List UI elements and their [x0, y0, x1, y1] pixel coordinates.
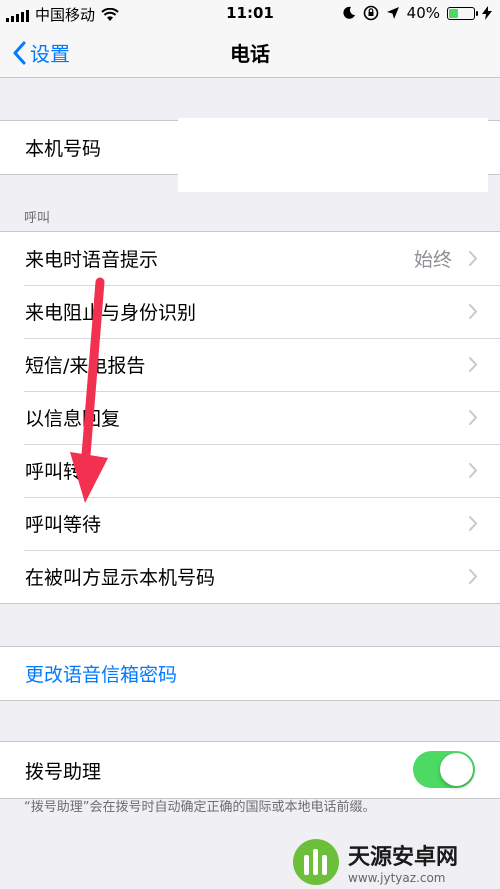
- chevron-right-icon: [469, 410, 478, 425]
- calls-row-label: 呼叫等待: [25, 514, 102, 536]
- page-title: 电话: [230, 42, 270, 66]
- dial-assist-footnote: “拨号助理”会在拨号时自动确定正确的国际或本地电话前缀。: [24, 800, 376, 815]
- calls-row[interactable]: 来电阻止与身份识别: [0, 285, 500, 338]
- change-voicemail-password-row[interactable]: 更改语音信箱密码: [0, 647, 500, 700]
- chevron-right-icon: [469, 304, 478, 319]
- watermark-name: 天源安卓网: [348, 844, 459, 870]
- redaction-block: [178, 118, 488, 192]
- location-icon: [386, 7, 399, 19]
- calls-group: 来电时语音提示 始终来电阻止与身份识别 短信/来电报告 以信息回复呼叫转移呼叫等待在被…: [0, 231, 500, 604]
- calls-row-value: 始终: [413, 249, 452, 271]
- chevron-right-icon: [469, 251, 478, 266]
- chevron-right-icon: [469, 463, 478, 478]
- calls-row[interactable]: 来电时语音提示 始终: [0, 232, 500, 285]
- calls-row-label: 在被叫方显示本机号码: [25, 567, 216, 589]
- calls-row[interactable]: 短信/来电报告: [0, 338, 500, 391]
- my-number-label: 本机号码: [25, 138, 102, 160]
- dial-assist-label: 拨号助理: [25, 760, 102, 783]
- calls-row-label: 来电时语音提示: [25, 249, 159, 271]
- battery-icon: [447, 6, 478, 20]
- calls-row[interactable]: 呼叫转移: [0, 444, 500, 497]
- orientation-lock-icon: [363, 5, 378, 21]
- chevron-right-icon: [469, 516, 478, 531]
- calls-section-header: 呼叫: [24, 211, 51, 226]
- calls-row[interactable]: 呼叫等待: [0, 497, 500, 550]
- battery-percentage: 40%: [406, 4, 440, 22]
- dial-assist-row: 拨号助理: [0, 742, 500, 798]
- watermark-logo-icon: [293, 838, 339, 885]
- calls-row[interactable]: 以信息回复: [0, 391, 500, 444]
- chevron-right-icon: [469, 357, 478, 372]
- charging-icon: [482, 6, 492, 20]
- calls-row-label: 短信/来电报告: [25, 355, 146, 377]
- toggle-knob: [440, 753, 473, 786]
- watermark: 天源安卓网 www.jytyaz.com: [290, 834, 500, 889]
- calls-row[interactable]: 在被叫方显示本机号码: [0, 550, 500, 603]
- calls-row-label: 呼叫转移: [25, 461, 102, 483]
- watermark-url: www.jytyaz.com: [348, 870, 446, 885]
- chevron-right-icon: [469, 569, 478, 584]
- change-voicemail-password-link[interactable]: 更改语音信箱密码: [25, 660, 177, 687]
- dial-assist-group: 拨号助理: [0, 741, 500, 799]
- voicemail-group: 更改语音信箱密码: [0, 646, 500, 701]
- calls-row-label: 以信息回复: [25, 408, 121, 430]
- status-bar: 中国移动 11:01 40%: [0, 0, 500, 26]
- calls-row-label: 来电阻止与身份识别: [25, 302, 197, 324]
- navigation-bar: 设置 电话: [0, 26, 500, 78]
- do-not-disturb-icon: [343, 6, 355, 19]
- dial-assist-toggle[interactable]: [413, 751, 475, 788]
